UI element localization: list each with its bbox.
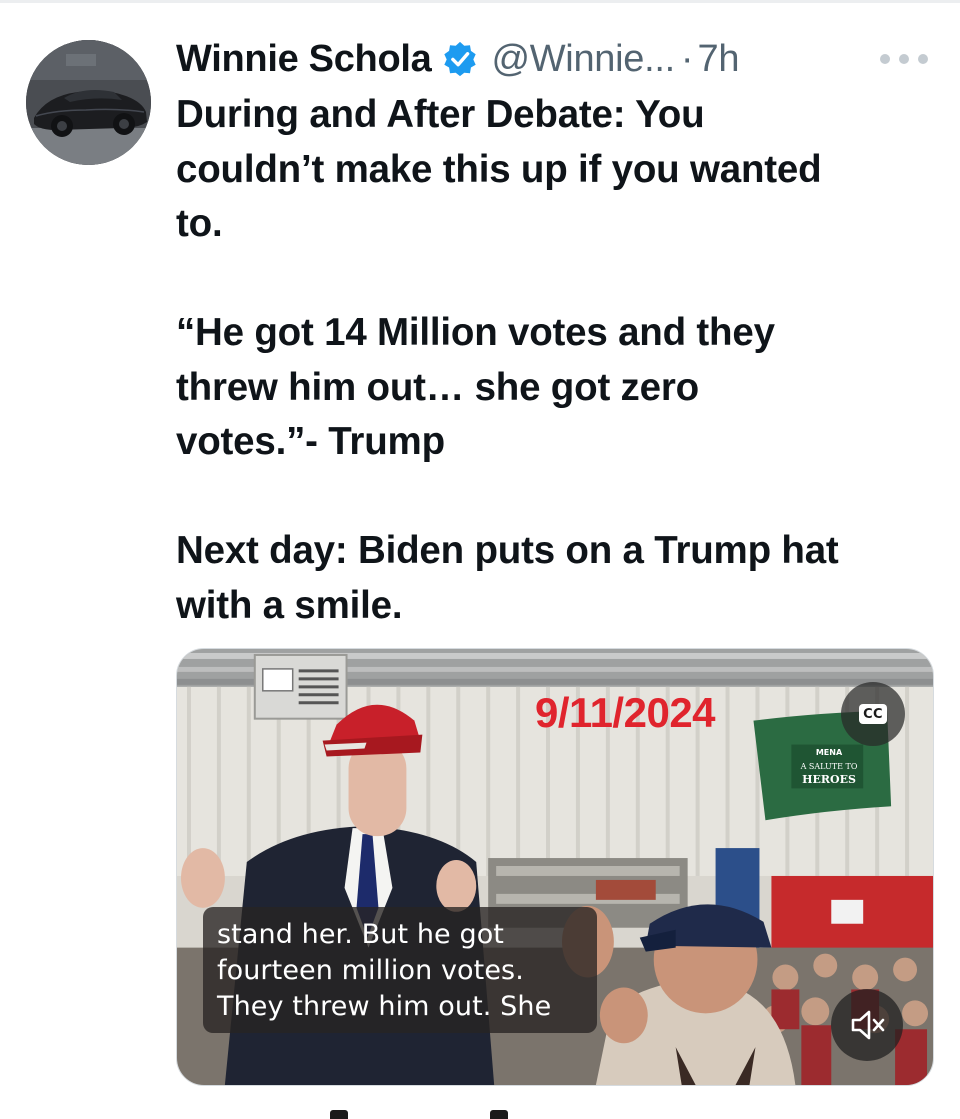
closed-captions-button[interactable]: CC <box>841 682 905 746</box>
tweet-paragraph: Next day: Biden puts on a Trump hat with… <box>176 529 839 627</box>
tweet-paragraph: During and After Debate: You couldn’t ma… <box>176 93 822 245</box>
video-caption: stand her. But he got fourteen million v… <box>203 907 597 1033</box>
svg-text:HEROES: HEROES <box>802 773 856 786</box>
svg-text:MENA: MENA <box>816 748 843 757</box>
tweet-timestamp[interactable]: 7h <box>698 38 740 81</box>
more-dot <box>880 54 890 64</box>
author-name[interactable]: Winnie Schola <box>176 38 432 81</box>
closed-captions-icon: CC <box>859 704 887 724</box>
author-handle[interactable]: @Winnie... <box>491 38 675 81</box>
svg-text:A SALUTE TO: A SALUTE TO <box>800 762 858 771</box>
tweet-header: Winnie Schola @Winnie... · 7h <box>176 34 740 84</box>
sports-car-avatar-icon <box>26 40 151 165</box>
next-content-peek <box>330 1110 510 1119</box>
more-options-icon[interactable] <box>880 44 928 74</box>
more-dot <box>899 54 909 64</box>
author-avatar[interactable] <box>26 40 151 165</box>
peek-mark <box>330 1110 348 1119</box>
tweet-body: During and After Debate: You couldn’t ma… <box>176 88 946 633</box>
video-date-stamp: 9/11/2024 <box>535 689 716 736</box>
top-divider <box>0 0 960 3</box>
peek-mark <box>490 1110 508 1119</box>
speaker-muted-icon <box>851 1010 885 1040</box>
salute-to-heroes-banner: MENA A SALUTE TO HEROES <box>800 748 858 786</box>
header-separator: · <box>680 37 694 80</box>
verified-badge-icon <box>441 40 479 78</box>
tweet-paragraph: “He got 14 Million votes and they threw … <box>176 311 775 463</box>
more-dot <box>918 54 928 64</box>
mute-toggle-button[interactable] <box>831 989 903 1061</box>
video-player[interactable]: MENA A SALUTE TO HEROES 9/11/2024 CC sta… <box>176 648 934 1086</box>
